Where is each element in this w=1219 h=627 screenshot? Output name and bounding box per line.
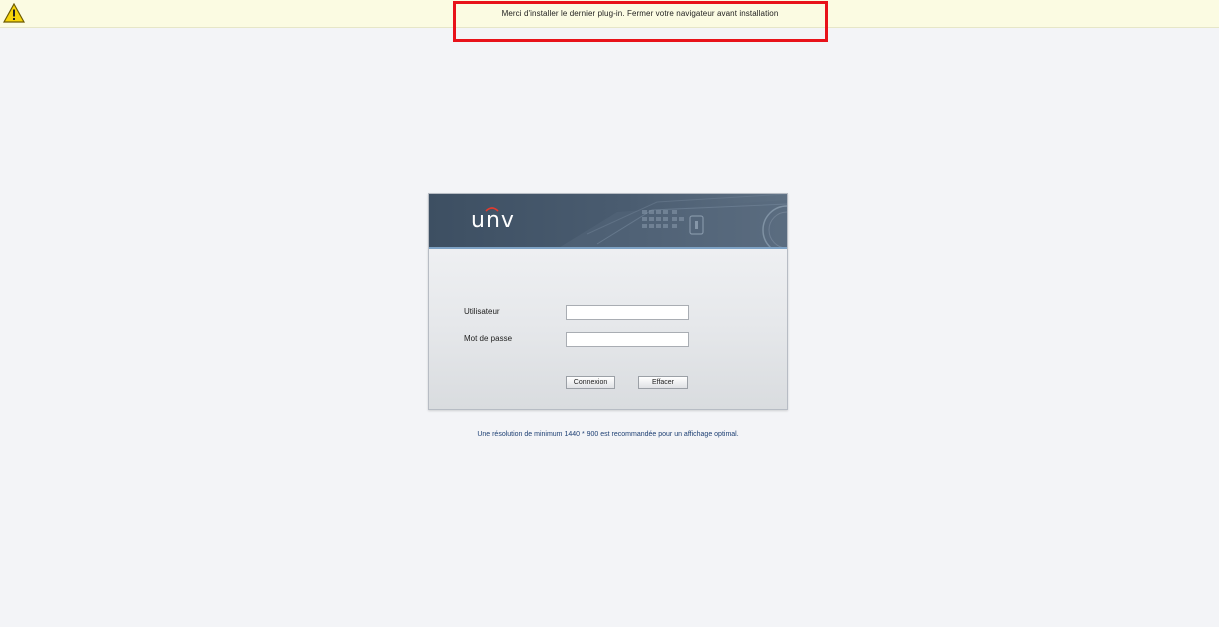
warning-icon (3, 3, 25, 23)
login-panel-header: unv (429, 194, 787, 249)
login-button[interactable]: Connexion (566, 376, 615, 389)
clear-button[interactable]: Effacer (638, 376, 688, 389)
device-illustration (560, 194, 787, 247)
password-label: Mot de passe (464, 334, 513, 343)
username-label: Utilisateur (464, 307, 500, 316)
login-panel: unv Utilisateur Mot de passe Connexion E… (428, 193, 788, 410)
browser-page: Merci d'installer le dernier plug-in. Fe… (0, 0, 1219, 627)
username-input[interactable] (566, 305, 689, 320)
brand-logo: unv (471, 208, 515, 233)
password-input[interactable] (566, 332, 689, 347)
resolution-recommendation: Une résolution de minimum 1440 * 900 est… (477, 431, 739, 438)
highlight-annotation-box (453, 1, 828, 42)
